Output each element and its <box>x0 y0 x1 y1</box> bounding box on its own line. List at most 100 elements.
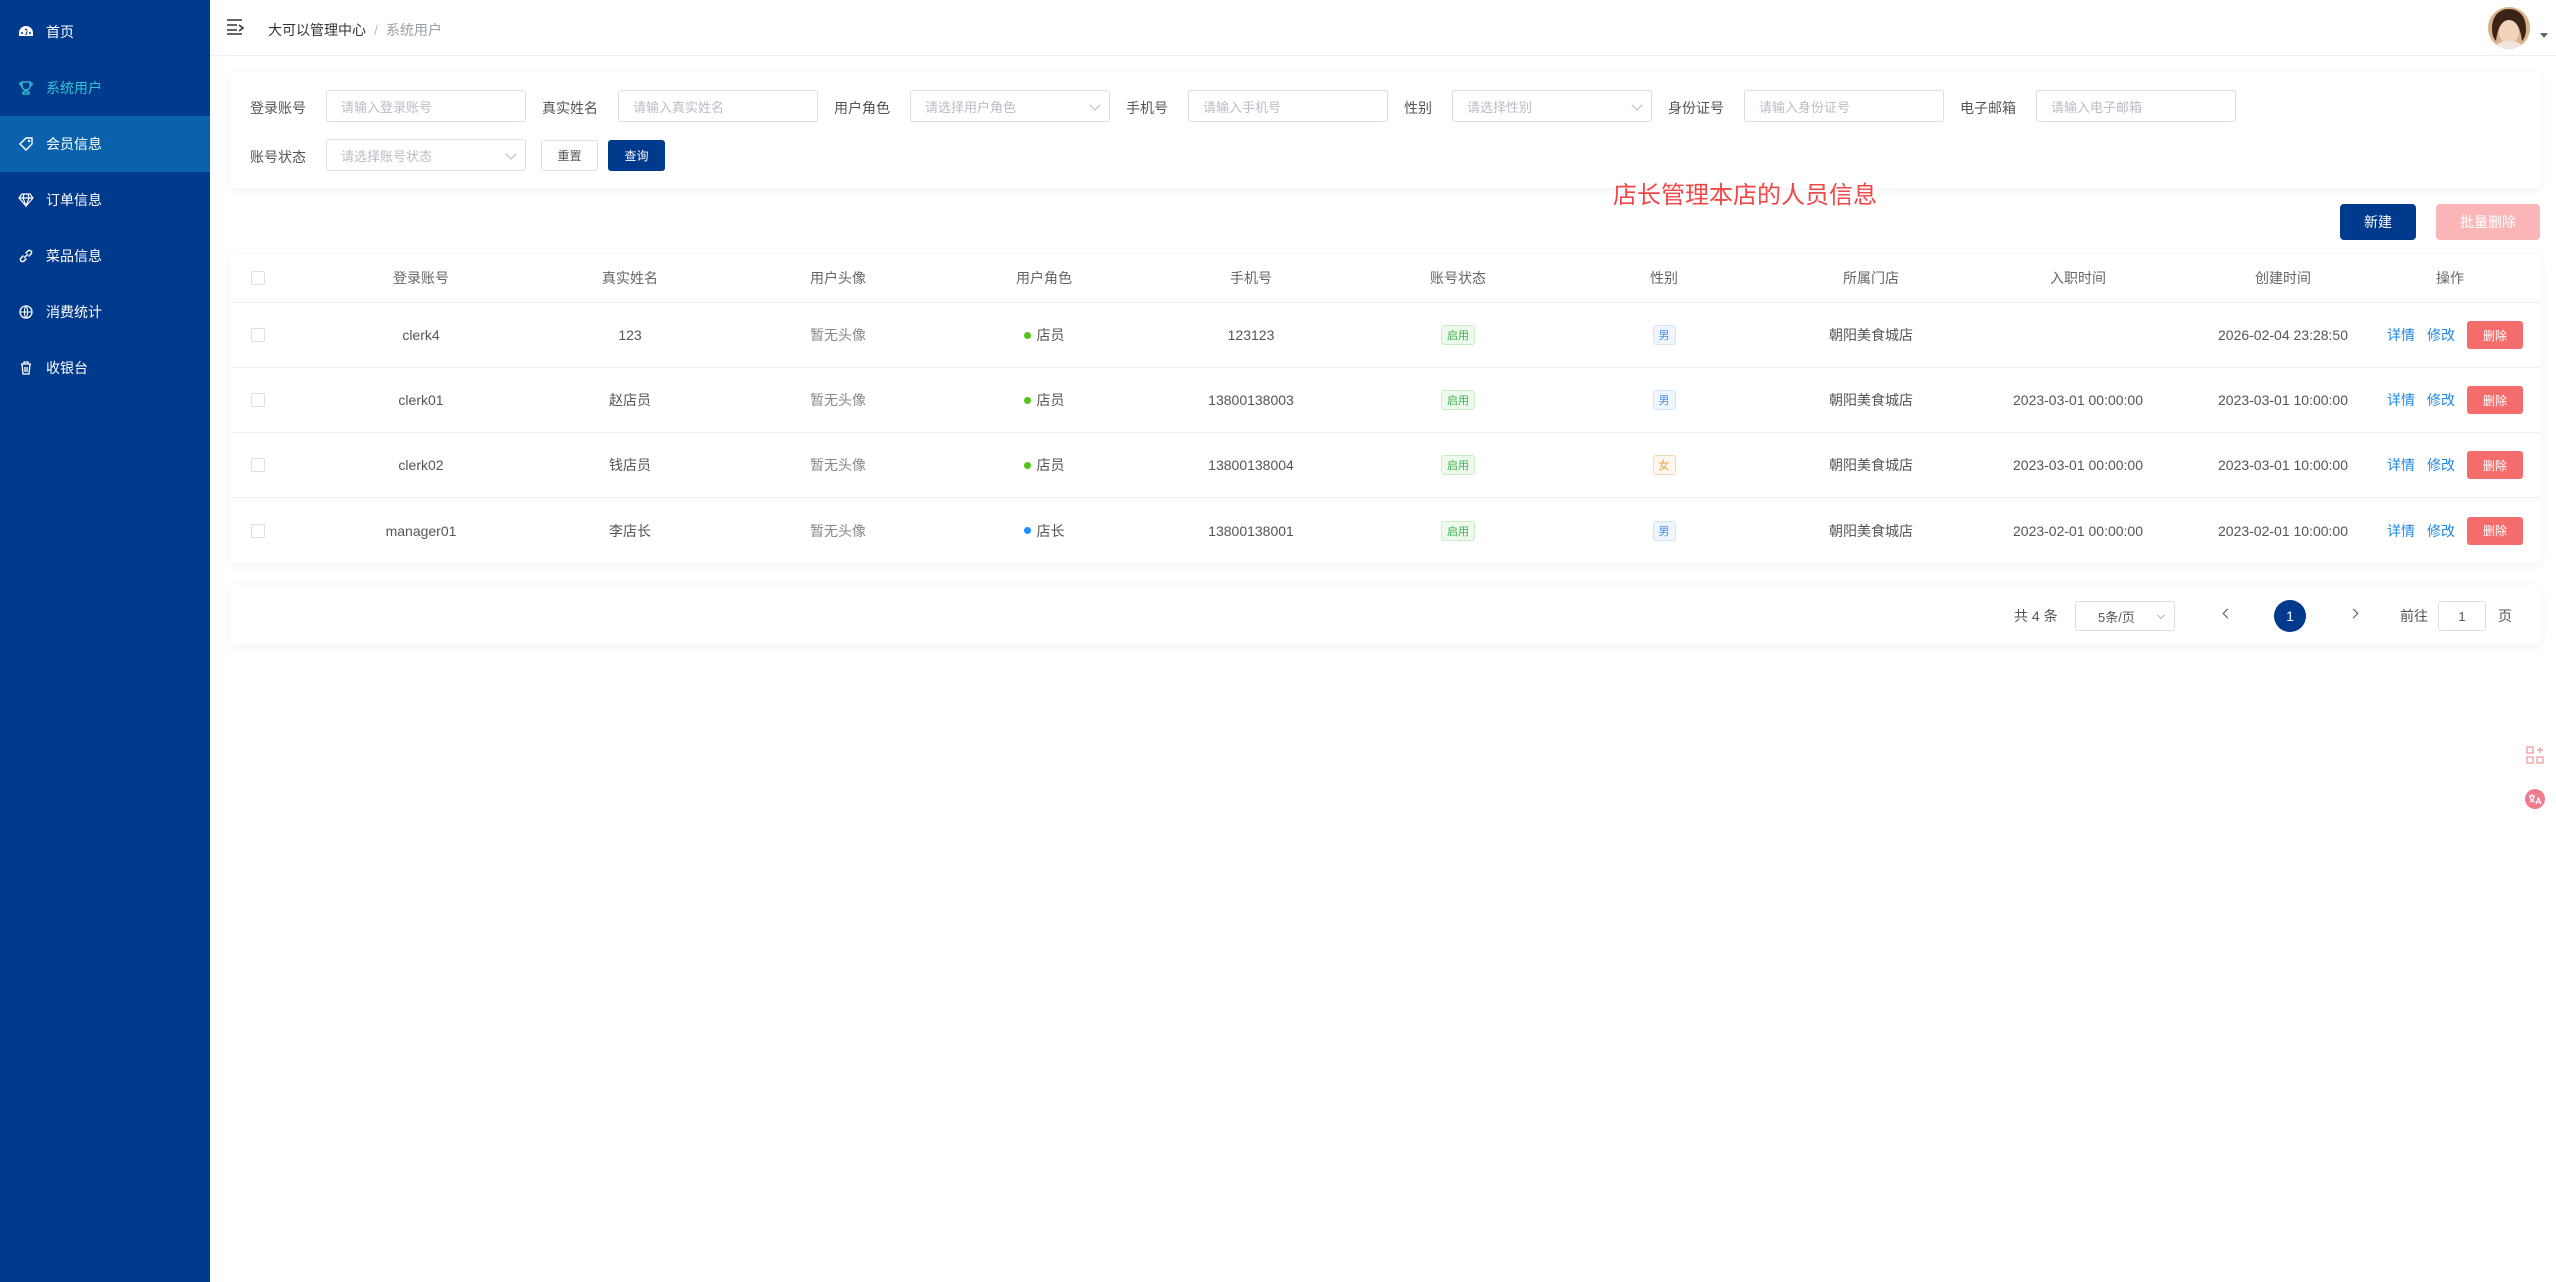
pagination: 共 4 条 5条/页 1 前往 1 页 <box>230 585 2540 645</box>
avatar-cell: 暂无头像 <box>810 327 866 343</box>
role-cell: 店员 <box>969 303 1119 367</box>
goto-page-input[interactable]: 1 <box>2438 601 2486 631</box>
phone-input[interactable]: 请输入手机号 <box>1188 90 1388 122</box>
sidebar-item-label: 系统用户 <box>46 80 102 96</box>
next-page-icon[interactable] <box>2350 607 2360 621</box>
detail-link[interactable]: 详情 <box>2387 521 2415 541</box>
table-row: manager01 李店长 暂无头像 店长 13800138001 启用 男 朝… <box>230 498 2540 563</box>
user-role-label: 用户角色 <box>834 100 890 116</box>
row-actions: 详情 修改 删除 <box>2380 498 2530 563</box>
role-cell: 店员 <box>969 433 1119 497</box>
store-cell: 朝阳美食城店 <box>1829 522 1913 539</box>
reset-button[interactable]: 重置 <box>541 140 598 171</box>
column-header: 登录账号 <box>393 270 449 286</box>
detail-link[interactable]: 详情 <box>2387 455 2415 475</box>
delete-button[interactable]: 删除 <box>2467 516 2523 545</box>
id-card-input[interactable]: 请输入身份证号 <box>1744 90 1944 122</box>
gender-badge: 男 <box>1652 520 1676 541</box>
hire-date-cell <box>2003 303 2153 367</box>
hire-date-cell: 2023-03-01 00:00:00 <box>2013 392 2143 408</box>
table-header: 登录账号 真实姓名 用户头像 用户角色 手机号 账号状态 性别 所属门店 入职时… <box>230 254 2540 303</box>
trash-icon <box>18 360 34 376</box>
translate-icon[interactable] <box>2524 788 2546 810</box>
created-date-cell: 2023-02-01 10:00:00 <box>2218 522 2348 539</box>
column-header: 所属门店 <box>1843 270 1899 286</box>
sidebar-item-home[interactable]: 首页 <box>0 4 210 60</box>
search-filter-panel: 登录账号 请输入登录账号 真实姓名 请输入真实姓名 用户角色 请选择用户角色 手… <box>230 72 2540 188</box>
row-checkbox[interactable] <box>251 523 265 538</box>
phone-cell: 123123 <box>1227 327 1275 343</box>
gender-badge: 男 <box>1652 325 1676 345</box>
menu-toggle-icon[interactable] <box>226 18 246 36</box>
avatar-cell: 暂无头像 <box>810 522 866 539</box>
real-name-input[interactable]: 请输入真实姓名 <box>618 90 818 122</box>
row-checkbox[interactable] <box>251 393 265 407</box>
sidebar-item-consumption-stats[interactable]: 消费统计 <box>0 284 210 340</box>
current-page-button[interactable]: 1 <box>2274 600 2306 632</box>
row-checkbox[interactable] <box>251 458 265 472</box>
gender-label: 性别 <box>1404 100 1432 116</box>
sidebar-item-label: 会员信息 <box>46 136 102 152</box>
role-dot <box>1023 396 1031 404</box>
email-input[interactable]: 请输入电子邮箱 <box>2036 90 2236 122</box>
table-row: clerk4 123 暂无头像 店员 123123 启用 男 朝阳美食城店 20… <box>230 303 2540 368</box>
real-name-cell: 李店长 <box>609 522 651 539</box>
top-header: 大可以管理中心 / 系统用户 <box>210 0 2556 56</box>
page-size-select[interactable]: 5条/页 <box>2075 601 2175 631</box>
sidebar: 首页 系统用户 会员信息 订单信息 菜品信息 消费统计 收银台 <box>0 0 210 1282</box>
role-dot <box>1023 331 1031 339</box>
query-button[interactable]: 查询 <box>608 140 665 171</box>
prev-page-icon[interactable] <box>2221 607 2231 621</box>
user-avatar[interactable] <box>2488 7 2530 49</box>
detail-link[interactable]: 详情 <box>2387 325 2415 345</box>
delete-button[interactable]: 删除 <box>2467 321 2523 349</box>
batch-delete-button[interactable]: 批量删除 <box>2436 204 2540 240</box>
breadcrumb-current: 系统用户 <box>385 22 442 38</box>
edit-link[interactable]: 修改 <box>2427 325 2455 345</box>
chevron-down-icon <box>1631 99 1643 111</box>
sidebar-item-members[interactable]: 会员信息 <box>0 116 210 172</box>
detail-link[interactable]: 详情 <box>2387 390 2415 410</box>
column-header: 真实姓名 <box>602 270 658 286</box>
store-cell: 朝阳美食城店 <box>1829 327 1913 343</box>
sidebar-item-cashier[interactable]: 收银台 <box>0 340 210 396</box>
login-account-label: 登录账号 <box>250 100 306 116</box>
column-header: 用户头像 <box>810 270 866 286</box>
breadcrumb-root[interactable]: 大可以管理中心 <box>268 20 366 40</box>
status-badge: 启用 <box>1441 455 1475 475</box>
apps-icon[interactable] <box>2524 744 2546 766</box>
row-actions: 详情 修改 删除 <box>2380 433 2530 497</box>
login-account-input[interactable]: 请输入登录账号 <box>326 90 526 122</box>
row-actions: 详情 修改 删除 <box>2380 303 2530 367</box>
column-header: 操作 <box>2436 270 2464 286</box>
column-header: 入职时间 <box>2050 270 2106 286</box>
select-all-checkbox[interactable] <box>251 271 265 285</box>
role-dot <box>1023 461 1031 469</box>
sidebar-item-orders[interactable]: 订单信息 <box>0 172 210 228</box>
notice-text: 店长管理本店的人员信息 <box>1613 182 1877 209</box>
sidebar-item-dishes[interactable]: 菜品信息 <box>0 228 210 284</box>
breadcrumb: 大可以管理中心 / 系统用户 <box>268 20 442 40</box>
user-role-select[interactable]: 请选择用户角色 <box>910 90 1110 122</box>
edit-link[interactable]: 修改 <box>2427 390 2455 410</box>
sidebar-item-system-users[interactable]: 系统用户 <box>0 60 210 116</box>
edit-link[interactable]: 修改 <box>2427 455 2455 475</box>
role-cell: 店长 <box>969 498 1119 563</box>
chevron-down-icon[interactable] <box>2540 33 2548 38</box>
gender-select[interactable]: 请选择性别 <box>1452 90 1652 122</box>
created-date-cell: 2023-03-01 10:00:00 <box>2218 392 2348 408</box>
created-date-cell: 2023-03-01 10:00:00 <box>2218 457 2348 473</box>
edit-link[interactable]: 修改 <box>2427 521 2455 541</box>
hire-date-cell: 2023-02-01 00:00:00 <box>2013 522 2143 539</box>
account-status-select[interactable]: 请选择账号状态 <box>326 139 526 171</box>
delete-button[interactable]: 删除 <box>2467 451 2523 479</box>
gender-badge: 女 <box>1652 455 1676 475</box>
real-name-label: 真实姓名 <box>542 100 598 116</box>
new-button[interactable]: 新建 <box>2340 204 2416 240</box>
delete-button[interactable]: 删除 <box>2467 386 2523 414</box>
row-checkbox[interactable] <box>251 328 265 342</box>
trophy-icon <box>18 80 34 96</box>
column-header: 账号状态 <box>1430 270 1486 286</box>
table-row: clerk01 赵店员 暂无头像 店员 13800138003 启用 男 朝阳美… <box>230 368 2540 433</box>
chevron-down-icon <box>1089 99 1101 111</box>
